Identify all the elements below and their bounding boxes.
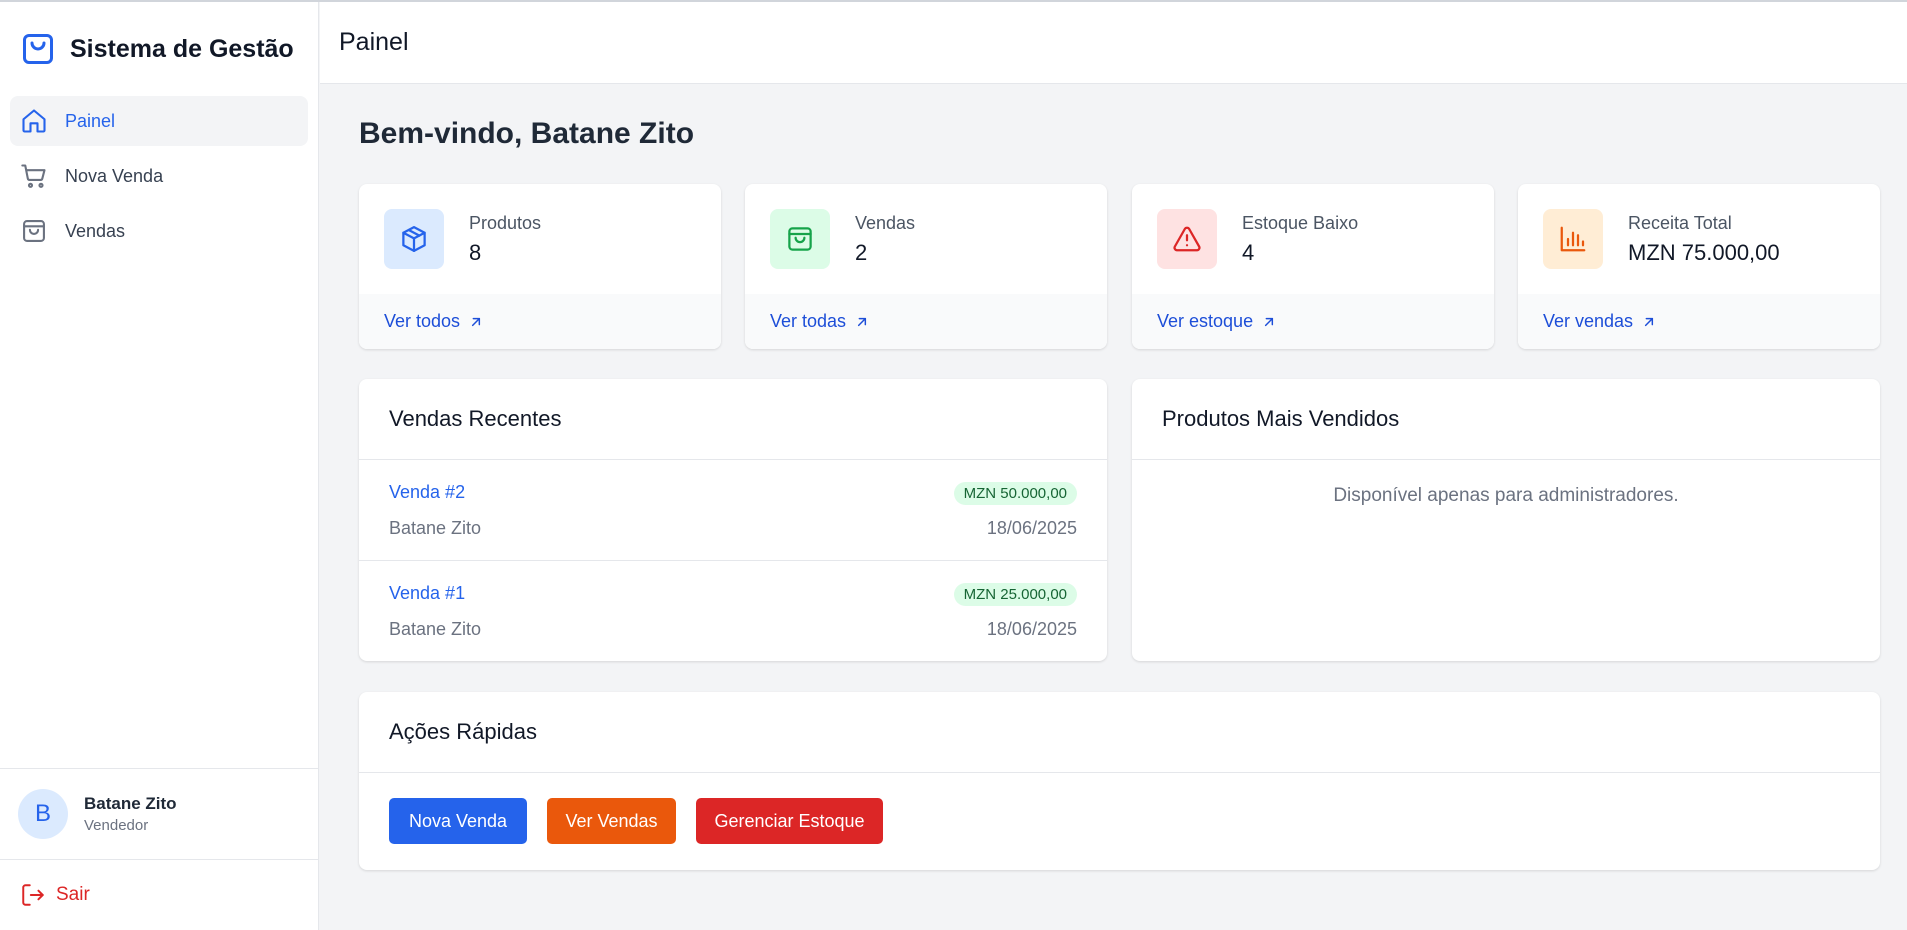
brand: Sistema de Gestão: [0, 2, 318, 96]
logout-label: Sair: [56, 884, 90, 905]
arrow-up-right-icon: [1644, 317, 1654, 326]
bar-chart-icon: [1543, 209, 1603, 269]
stat-card-receita-total: Receita Total MZN 75.000,00 Ver vendas: [1518, 184, 1880, 349]
amount-badge: MZN 50.000,00: [953, 482, 1077, 505]
stat-value: MZN 75.000,00: [1628, 239, 1780, 265]
stat-link-label: Ver vendas: [1543, 311, 1634, 331]
user-profile: B Batane Zito Vendedor: [0, 768, 318, 860]
panel-title: Ações Rápidas: [359, 692, 1880, 773]
page-title: Painel: [339, 28, 409, 56]
stat-card-vendas: Vendas 2 Ver todas: [745, 184, 1107, 349]
nova-venda-button[interactable]: Nova Venda: [389, 798, 527, 844]
list-item: Venda #1 MZN 25.000,00 Batane Zito 18/06…: [359, 561, 1107, 661]
sidebar-item-vendas[interactable]: Vendas: [10, 206, 308, 256]
user-name: Batane Zito: [84, 794, 177, 813]
topbar: Painel: [320, 2, 1907, 84]
stat-label: Estoque Baixo: [1242, 212, 1359, 233]
sale-client: Batane Zito: [389, 619, 482, 639]
ver-vendas-button[interactable]: Ver Vendas: [547, 798, 676, 844]
warning-icon: [1157, 209, 1217, 269]
quick-actions-buttons: Nova Venda Ver Vendas Gerenciar Estoque: [359, 773, 1880, 844]
avatar: B: [18, 789, 68, 839]
sale-date: 18/06/2025: [986, 518, 1077, 538]
stat-link-label: Ver estoque: [1157, 311, 1254, 331]
stat-label: Produtos: [469, 212, 542, 233]
sale-link[interactable]: Venda #1: [389, 583, 465, 604]
stat-value: 2: [855, 239, 868, 265]
stat-link-label: Ver todas: [770, 311, 847, 331]
stat-value: 8: [469, 239, 482, 265]
sidebar-nav: Painel Nova Venda Vendas: [0, 96, 318, 256]
panel-title: Vendas Recentes: [359, 379, 1107, 460]
ver-todas-link[interactable]: Ver todas: [745, 294, 1107, 349]
sale-link[interactable]: Venda #2: [389, 482, 465, 503]
gerenciar-estoque-button[interactable]: Gerenciar Estoque: [696, 798, 883, 844]
home-icon: [22, 109, 46, 133]
stat-card-produtos: Produtos 8 Ver todos: [359, 184, 721, 349]
shopping-bag-icon: [770, 209, 830, 269]
shopping-bag-logo-icon: [23, 34, 53, 64]
top-products-panel: Produtos Mais Vendidos Disponível apenas…: [1132, 379, 1880, 661]
sidebar: Sistema de Gestão Painel Nova Venda Vend…: [0, 2, 319, 930]
sale-client: Batane Zito: [389, 518, 482, 538]
user-info: Batane Zito Vendedor: [84, 794, 177, 834]
sidebar-item-label: Painel: [65, 110, 116, 131]
app-title: Sistema de Gestão: [70, 34, 294, 63]
user-role: Vendedor: [84, 817, 149, 834]
list-item: Venda #2 MZN 50.000,00 Batane Zito 18/06…: [359, 460, 1107, 561]
stat-label: Receita Total: [1628, 212, 1732, 233]
shopping-bag-icon: [23, 220, 45, 242]
stat-label: Vendas: [855, 212, 916, 233]
sidebar-item-painel[interactable]: Painel: [10, 96, 308, 146]
arrow-up-right-icon: [1265, 317, 1274, 326]
stat-link-label: Ver todos: [384, 311, 461, 331]
amount-badge: MZN 25.000,00: [953, 583, 1077, 606]
admin-only-note: Disponível apenas para administradores.: [1333, 485, 1679, 506]
panel-title: Produtos Mais Vendidos: [1132, 379, 1880, 460]
cube-icon: [384, 209, 444, 269]
arrow-up-right-icon: [857, 317, 867, 326]
sidebar-item-label: Vendas: [65, 220, 126, 241]
sidebar-item-nova-venda[interactable]: Nova Venda: [10, 151, 308, 201]
ver-estoque-link[interactable]: Ver estoque: [1132, 294, 1494, 349]
arrow-up-right-icon: [471, 317, 481, 326]
stat-value: 4: [1242, 239, 1255, 265]
stat-card-estoque-baixo: Estoque Baixo 4 Ver estoque: [1132, 184, 1494, 349]
recent-sales-panel: Vendas Recentes Venda #2 MZN 50.000,00 B…: [359, 379, 1107, 661]
logout-button[interactable]: Sair: [20, 882, 90, 908]
ver-todos-link[interactable]: Ver todos: [359, 294, 721, 349]
logout-icon: [22, 884, 44, 906]
welcome-heading: Bem-vindo, Batane Zito: [359, 117, 695, 150]
cart-icon: [21, 164, 46, 188]
quick-actions-panel: Ações Rápidas Nova Venda Ver Vendas Gere…: [359, 692, 1880, 870]
sale-date: 18/06/2025: [986, 619, 1077, 639]
ver-vendas-link[interactable]: Ver vendas: [1518, 294, 1880, 349]
sidebar-item-label: Nova Venda: [65, 165, 164, 186]
